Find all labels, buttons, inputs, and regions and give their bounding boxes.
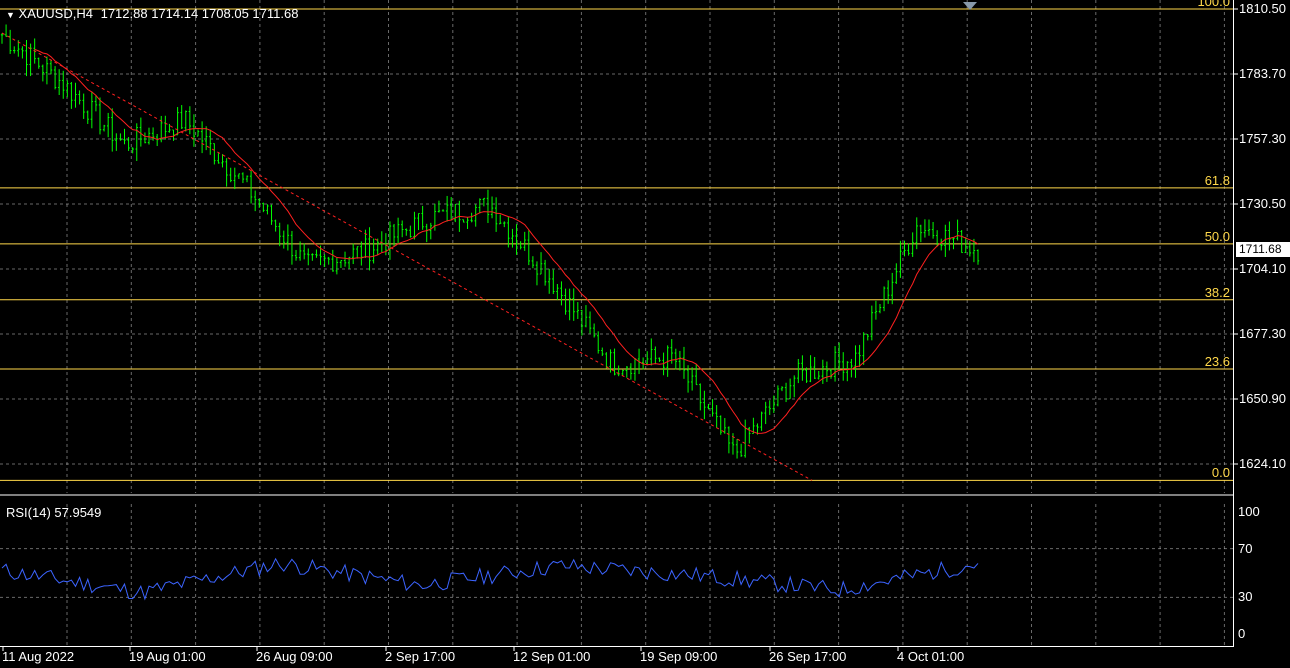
fib-level-label: 38.2 xyxy=(1204,284,1230,300)
fib-level-label: 61.8 xyxy=(1204,172,1230,188)
fib-level-label: 100.0 xyxy=(1197,0,1230,9)
time-tick-label: 26 Sep 17:00 xyxy=(769,649,847,664)
price-tick-label: 1624.10 xyxy=(1239,456,1286,471)
time-tick-label: 26 Aug 09:00 xyxy=(256,649,333,664)
price-tick-label: 1810.50 xyxy=(1239,1,1286,16)
symbol-label: XAUUSD,H4 xyxy=(18,6,93,21)
price-tick-label: 1783.70 xyxy=(1239,66,1286,81)
rsi-tick-label: 70 xyxy=(1238,540,1253,556)
chart-canvas[interactable] xyxy=(0,0,1290,668)
time-tick-label: 2 Sep 17:00 xyxy=(385,649,456,664)
time-tick-label: 12 Sep 01:00 xyxy=(513,649,591,664)
rsi-tick-label: 0 xyxy=(1238,626,1246,641)
price-tick-label: 1677.30 xyxy=(1239,326,1286,341)
chevron-down-icon[interactable]: ▼ xyxy=(6,10,15,20)
price-tick-label: 1650.90 xyxy=(1239,391,1286,406)
time-tick-label: 19 Aug 01:00 xyxy=(129,649,206,664)
time-tick-label: 19 Sep 09:00 xyxy=(640,649,718,664)
price-tick-label: 1757.30 xyxy=(1239,131,1286,146)
rsi-tick-label: 100 xyxy=(1238,504,1260,519)
ohlc-label: 1712.88 1714.14 1708.05 1711.68 xyxy=(100,6,299,21)
chart-window[interactable]: ▼ XAUUSD,H4 1712.88 1714.14 1708.05 1711… xyxy=(0,0,1290,668)
rsi-line xyxy=(1,557,979,601)
current-price-tag: 1711.68 xyxy=(1236,242,1290,257)
fib-trendline xyxy=(1,32,813,481)
time-tick-label: 11 Aug 2022 xyxy=(2,649,75,664)
fib-level-label: 23.6 xyxy=(1204,354,1230,370)
price-tick-label: 1730.50 xyxy=(1239,196,1286,211)
rsi-title: RSI(14) 57.9549 xyxy=(6,505,102,520)
moving-average-line xyxy=(34,48,979,434)
time-tick-label: 4 Oct 01:00 xyxy=(897,649,965,664)
fib-level-label: 0.0 xyxy=(1211,465,1230,481)
rsi-tick-label: 30 xyxy=(1238,589,1253,605)
fib-level-label: 50.0 xyxy=(1204,228,1230,244)
chart-header: ▼ XAUUSD,H4 1712.88 1714.14 1708.05 1711… xyxy=(6,7,298,22)
price-tick-label: 1704.10 xyxy=(1239,261,1286,276)
